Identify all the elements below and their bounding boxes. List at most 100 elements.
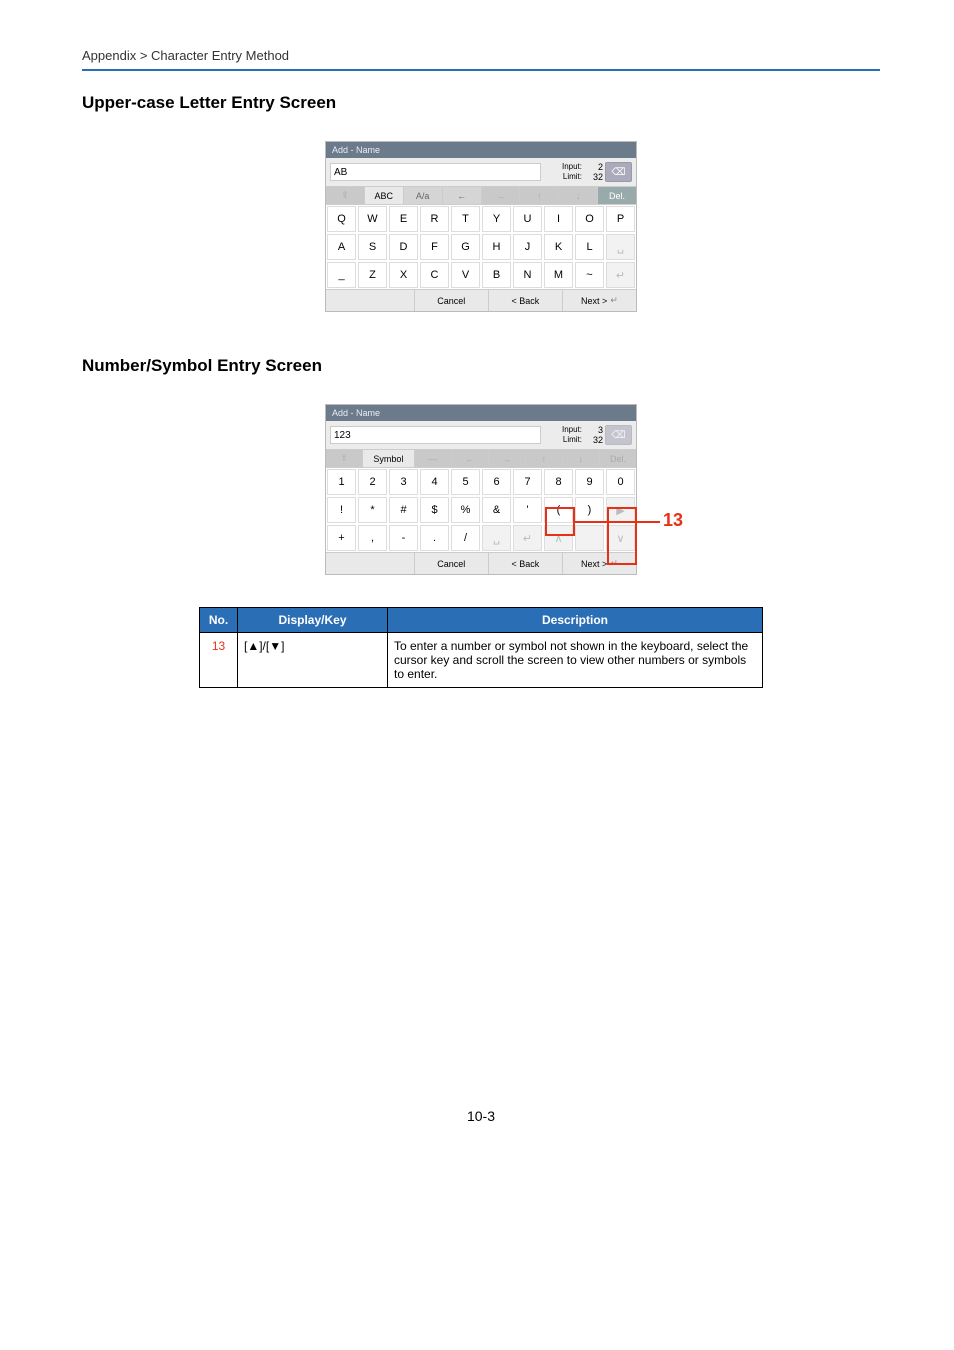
key[interactable]: D: [389, 234, 418, 260]
key[interactable]: Z: [358, 262, 387, 288]
key[interactable]: ~: [575, 262, 604, 288]
key[interactable]: (: [544, 497, 573, 523]
key[interactable]: Y: [482, 206, 511, 232]
key[interactable]: .: [420, 525, 449, 551]
key[interactable]: &: [482, 497, 511, 523]
key[interactable]: 2: [358, 469, 387, 495]
key[interactable]: 9: [575, 469, 604, 495]
cancel-button[interactable]: Cancel: [415, 553, 489, 574]
key[interactable]: #: [389, 497, 418, 523]
key[interactable]: R: [420, 206, 449, 232]
key[interactable]: H: [482, 234, 511, 260]
key[interactable]: E: [389, 206, 418, 232]
enter-key[interactable]: ↵: [606, 262, 635, 288]
text-input[interactable]: 123: [330, 426, 541, 444]
down-tab[interactable]: ↓: [563, 450, 600, 467]
next-button[interactable]: Next >↵: [563, 290, 636, 311]
key[interactable]: W: [358, 206, 387, 232]
up-tab[interactable]: ↑: [520, 187, 559, 204]
backspace-button[interactable]: ⌫: [605, 425, 632, 445]
right-tab[interactable]: →: [482, 187, 521, 204]
key[interactable]: ): [575, 497, 604, 523]
key[interactable]: _: [327, 262, 356, 288]
cancel-button[interactable]: Cancel: [415, 290, 489, 311]
key[interactable]: L: [575, 234, 604, 260]
section-symbol-title: Number/Symbol Entry Screen: [82, 356, 880, 376]
keyboard-symbol: Add - Name 123 Input:Limit: 332 ⌫ ⇧ Symb…: [325, 404, 637, 575]
backspace-button[interactable]: ⌫: [605, 162, 632, 182]
key[interactable]: *: [358, 497, 387, 523]
key[interactable]: ,: [358, 525, 387, 551]
key[interactable]: 0: [606, 469, 635, 495]
key[interactable]: -: [389, 525, 418, 551]
key[interactable]: ▶: [606, 497, 635, 523]
key[interactable]: Q: [327, 206, 356, 232]
key[interactable]: P: [606, 206, 635, 232]
case-tab[interactable]: A/a: [404, 187, 443, 204]
key[interactable]: F: [420, 234, 449, 260]
key[interactable]: M: [544, 262, 573, 288]
space-key[interactable]: ␣: [606, 234, 635, 260]
cell-desc: To enter a number or symbol not shown in…: [388, 633, 763, 688]
key[interactable]: J: [513, 234, 542, 260]
key[interactable]: 7: [513, 469, 542, 495]
down-tab[interactable]: ↓: [559, 187, 598, 204]
input-limit-label: Input:Limit:: [541, 162, 585, 182]
input-limit-values: 232: [585, 162, 605, 182]
key[interactable]: S: [358, 234, 387, 260]
key[interactable]: B: [482, 262, 511, 288]
page-number: 10-3: [82, 1108, 880, 1164]
key[interactable]: X: [389, 262, 418, 288]
key[interactable]: !: [327, 497, 356, 523]
text-input[interactable]: AB: [330, 163, 541, 181]
key[interactable]: 3: [389, 469, 418, 495]
key[interactable]: K: [544, 234, 573, 260]
callout-number: 13: [663, 510, 683, 531]
key[interactable]: %: [451, 497, 480, 523]
space-key[interactable]: ␣: [482, 525, 511, 551]
del-tab[interactable]: Del.: [600, 450, 636, 467]
key[interactable]: ': [513, 497, 542, 523]
key[interactable]: C: [420, 262, 449, 288]
key[interactable]: T: [451, 206, 480, 232]
key[interactable]: $: [420, 497, 449, 523]
down-cursor-key[interactable]: ∨: [606, 525, 635, 551]
key[interactable]: 4: [420, 469, 449, 495]
key[interactable]: G: [451, 234, 480, 260]
key[interactable]: /: [451, 525, 480, 551]
enter-key[interactable]: ↵: [513, 525, 542, 551]
key[interactable]: 1: [327, 469, 356, 495]
kbd-title: Add - Name: [326, 142, 636, 158]
key[interactable]: N: [513, 262, 542, 288]
abc-tab[interactable]: ABC: [365, 187, 404, 204]
shift-tab[interactable]: ⇧: [326, 450, 363, 467]
del-tab[interactable]: Del.: [598, 187, 636, 204]
key[interactable]: A: [327, 234, 356, 260]
key[interactable]: +: [327, 525, 356, 551]
key[interactable]: U: [513, 206, 542, 232]
dash-tab[interactable]: —: [415, 450, 452, 467]
key[interactable]: 6: [482, 469, 511, 495]
col-desc: Description: [388, 608, 763, 633]
key[interactable]: 8: [544, 469, 573, 495]
key[interactable]: V: [451, 262, 480, 288]
description-table: No. Display/Key Description 13 [▲]/[▼] T…: [199, 607, 763, 688]
blank-bottom: [326, 290, 415, 311]
key[interactable]: 5: [451, 469, 480, 495]
keyboard-upper: Add - Name AB Input:Limit: 232 ⌫ ⇧ ABC A…: [325, 141, 637, 312]
right-tab[interactable]: →: [489, 450, 526, 467]
key[interactable]: [575, 525, 604, 551]
left-tab[interactable]: ←: [443, 187, 482, 204]
key[interactable]: I: [544, 206, 573, 232]
callout-line: [575, 521, 660, 523]
back-button[interactable]: < Back: [489, 290, 563, 311]
key[interactable]: O: [575, 206, 604, 232]
back-button[interactable]: < Back: [489, 553, 563, 574]
shift-tab[interactable]: ⇧: [326, 187, 365, 204]
left-tab[interactable]: ←: [452, 450, 489, 467]
next-button[interactable]: Next >↵: [563, 553, 636, 574]
up-cursor-key[interactable]: ∧: [544, 525, 573, 551]
up-tab[interactable]: ↑: [526, 450, 563, 467]
table-row: 13 [▲]/[▼] To enter a number or symbol n…: [200, 633, 763, 688]
symbol-tab[interactable]: Symbol: [363, 450, 415, 467]
